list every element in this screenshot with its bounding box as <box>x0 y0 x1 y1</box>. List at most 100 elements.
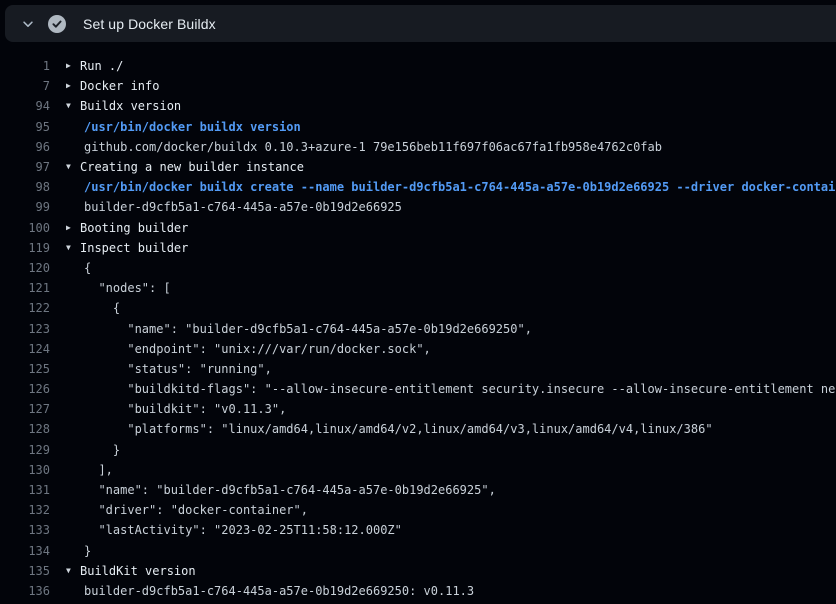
log-output-text: builder-d9cfb5a1-c764-445a-a57e-0b19d2e6… <box>50 200 402 214</box>
log-group-title[interactable]: Booting builder <box>80 221 188 235</box>
log-line: 123 "name": "builder-d9cfb5a1-c764-445a-… <box>0 318 836 338</box>
line-number[interactable]: 126 <box>0 382 50 396</box>
log-output-text: "buildkitd-flags": "--allow-insecure-ent… <box>50 382 836 396</box>
log-output-text: "lastActivity": "2023-02-25T11:58:12.000… <box>50 523 402 537</box>
log-output-text: "endpoint": "unix:///var/run/docker.sock… <box>50 342 431 356</box>
log-group-title[interactable]: Run ./ <box>80 59 123 73</box>
log-line: 134} <box>0 541 836 561</box>
log-group[interactable]: ▼BuildKit version <box>50 564 196 578</box>
log-group-title[interactable]: Buildx version <box>80 99 181 113</box>
log-output-text: "name": "builder-d9cfb5a1-c764-445a-a57e… <box>50 483 496 497</box>
log-line: 132 "driver": "docker-container", <box>0 500 836 520</box>
log-line: 133 "lastActivity": "2023-02-25T11:58:12… <box>0 520 836 540</box>
line-number[interactable]: 96 <box>0 140 50 154</box>
log-line: 1▶Run ./ <box>0 56 836 76</box>
line-number[interactable]: 134 <box>0 544 50 558</box>
log-line: 97▼Creating a new builder instance <box>0 157 836 177</box>
line-number[interactable]: 136 <box>0 584 50 598</box>
log-line: 100▶Booting builder <box>0 218 836 238</box>
line-number[interactable]: 123 <box>0 322 50 336</box>
log-line: 98/usr/bin/docker buildx create --name b… <box>0 177 836 197</box>
chevron-down-icon[interactable] <box>13 5 43 42</box>
log-line: 95/usr/bin/docker buildx version <box>0 117 836 137</box>
log-group-title[interactable]: Creating a new builder instance <box>80 160 304 174</box>
log-line: 124 "endpoint": "unix:///var/run/docker.… <box>0 339 836 359</box>
group-collapsed-icon[interactable]: ▶ <box>66 61 80 70</box>
line-number[interactable]: 97 <box>0 160 50 174</box>
log-output-text: ], <box>50 463 113 477</box>
group-expanded-icon[interactable]: ▼ <box>66 162 80 171</box>
log-line: 128 "platforms": "linux/amd64,linux/amd6… <box>0 419 836 439</box>
log-output-text: { <box>50 301 120 315</box>
log-group-title[interactable]: Inspect builder <box>80 241 188 255</box>
log-line: 130 ], <box>0 460 836 480</box>
line-number[interactable]: 125 <box>0 362 50 376</box>
line-number[interactable]: 135 <box>0 564 50 578</box>
log-line: 7▶Docker info <box>0 76 836 96</box>
line-number[interactable]: 100 <box>0 221 50 235</box>
log-output-text: builder-d9cfb5a1-c764-445a-a57e-0b19d2e6… <box>50 584 474 598</box>
check-circle-icon <box>47 14 67 34</box>
line-number[interactable]: 133 <box>0 523 50 537</box>
group-collapsed-icon[interactable]: ▶ <box>66 81 80 90</box>
log-line: 135▼BuildKit version <box>0 561 836 581</box>
group-expanded-icon[interactable]: ▼ <box>66 566 80 575</box>
log-output-text: github.com/docker/buildx 0.10.3+azure-1 … <box>50 140 662 154</box>
log-output-text: "name": "builder-d9cfb5a1-c764-445a-a57e… <box>50 322 532 336</box>
log-group[interactable]: ▼Creating a new builder instance <box>50 160 304 174</box>
log-group-title[interactable]: BuildKit version <box>80 564 196 578</box>
log-group-title[interactable]: Docker info <box>80 79 159 93</box>
group-expanded-icon[interactable]: ▼ <box>66 101 80 110</box>
line-number[interactable]: 119 <box>0 241 50 255</box>
log-line: 119▼Inspect builder <box>0 238 836 258</box>
log-line: 125 "status": "running", <box>0 359 836 379</box>
line-number[interactable]: 95 <box>0 120 50 134</box>
line-number[interactable]: 94 <box>0 99 50 113</box>
log-group[interactable]: ▶Run ./ <box>50 59 123 73</box>
log-line: 96github.com/docker/buildx 0.10.3+azure-… <box>0 137 836 157</box>
group-expanded-icon[interactable]: ▼ <box>66 243 80 252</box>
line-number[interactable]: 120 <box>0 261 50 275</box>
group-collapsed-icon[interactable]: ▶ <box>66 223 80 232</box>
line-number[interactable]: 128 <box>0 422 50 436</box>
log-line: 120{ <box>0 258 836 278</box>
log-command-text: /usr/bin/docker buildx create --name bui… <box>50 180 836 194</box>
log-line: 127 "buildkit": "v0.11.3", <box>0 399 836 419</box>
line-number[interactable]: 124 <box>0 342 50 356</box>
log-viewer: 1▶Run ./7▶Docker info94▼Buildx version95… <box>0 56 836 601</box>
log-line: 129 } <box>0 440 836 460</box>
line-number[interactable]: 132 <box>0 503 50 517</box>
log-output-text: "driver": "docker-container", <box>50 503 308 517</box>
line-number[interactable]: 7 <box>0 79 50 93</box>
log-line: 131 "name": "builder-d9cfb5a1-c764-445a-… <box>0 480 836 500</box>
log-output-text: "buildkit": "v0.11.3", <box>50 402 286 416</box>
line-number[interactable]: 122 <box>0 301 50 315</box>
log-group[interactable]: ▶Docker info <box>50 79 159 93</box>
log-output-text: "platforms": "linux/amd64,linux/amd64/v2… <box>50 422 713 436</box>
log-line: 94▼Buildx version <box>0 96 836 116</box>
line-number[interactable]: 130 <box>0 463 50 477</box>
line-number[interactable]: 1 <box>0 59 50 73</box>
log-command-text: /usr/bin/docker buildx version <box>50 120 301 134</box>
step-title: Set up Docker Buildx <box>83 16 216 32</box>
step-header[interactable]: Set up Docker Buildx <box>5 5 836 42</box>
line-number[interactable]: 99 <box>0 200 50 214</box>
log-output-text: } <box>50 443 120 457</box>
log-line: 136builder-d9cfb5a1-c764-445a-a57e-0b19d… <box>0 581 836 601</box>
line-number[interactable]: 98 <box>0 180 50 194</box>
log-group[interactable]: ▶Booting builder <box>50 221 188 235</box>
log-output-text: } <box>50 544 91 558</box>
line-number[interactable]: 121 <box>0 281 50 295</box>
line-number[interactable]: 131 <box>0 483 50 497</box>
log-output-text: "nodes": [ <box>50 281 171 295</box>
log-line: 122 { <box>0 298 836 318</box>
log-line: 126 "buildkitd-flags": "--allow-insecure… <box>0 379 836 399</box>
log-group[interactable]: ▼Buildx version <box>50 99 181 113</box>
log-output-text: { <box>50 261 91 275</box>
log-group[interactable]: ▼Inspect builder <box>50 241 188 255</box>
log-line: 99builder-d9cfb5a1-c764-445a-a57e-0b19d2… <box>0 197 836 217</box>
line-number[interactable]: 129 <box>0 443 50 457</box>
line-number[interactable]: 127 <box>0 402 50 416</box>
log-line: 121 "nodes": [ <box>0 278 836 298</box>
log-output-text: "status": "running", <box>50 362 272 376</box>
